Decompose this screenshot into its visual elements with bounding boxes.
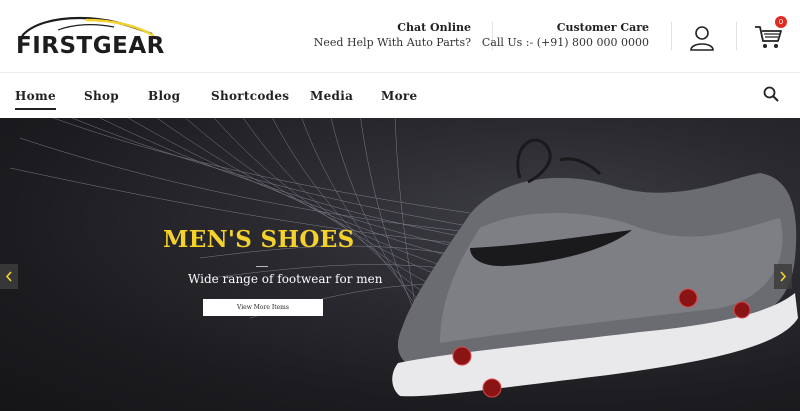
customer-care-phone[interactable]: Call Us :- (+91) 800 000 0000 — [482, 36, 649, 50]
hero-divider — [256, 266, 268, 267]
nav-item-home[interactable]: Home — [15, 89, 56, 110]
slider-prev-button[interactable] — [0, 264, 18, 289]
nav-item-media[interactable]: Media — [310, 89, 353, 103]
hero-title: MEN'S SHOES — [163, 226, 355, 253]
shoe-banner-image — [9, 118, 798, 398]
search-button[interactable] — [763, 86, 779, 102]
chat-online-subtitle: Need Help With Auto Parts? — [313, 36, 471, 49]
nav-item-shop[interactable]: Shop — [84, 89, 119, 103]
nav-item-more[interactable]: More — [381, 89, 417, 103]
chevron-right-icon — [780, 271, 787, 282]
view-more-items-button[interactable]: View More Items — [203, 299, 323, 316]
chevron-left-icon — [5, 271, 12, 282]
site-header: FIRSTGEAR Chat Online Need Help With Aut… — [0, 0, 800, 72]
cart-button[interactable]: 0 — [754, 16, 788, 52]
chat-online-block[interactable]: Chat Online Need Help With Auto Parts? — [314, 21, 471, 50]
customer-care-block: Customer Care Call Us :- (+91) 800 000 0… — [482, 21, 649, 50]
main-nav: Home Shop Blog Shortcodes Media More — [0, 72, 800, 118]
slider-next-button[interactable] — [774, 264, 792, 289]
hero-slider: MEN'S SHOES Wide range of footwear for m… — [0, 118, 800, 411]
header-divider — [671, 22, 672, 50]
account-button[interactable] — [688, 24, 716, 52]
user-icon — [690, 26, 714, 51]
brand-logo[interactable]: FIRSTGEAR — [14, 14, 164, 62]
brand-name: FIRSTGEAR — [16, 33, 165, 59]
cart-count-badge: 0 — [775, 16, 787, 28]
header-divider — [736, 22, 737, 50]
chat-online-title: Chat Online — [397, 21, 471, 34]
search-icon — [763, 86, 779, 102]
nav-item-blog[interactable]: Blog — [148, 89, 180, 103]
nav-item-shortcodes[interactable]: Shortcodes — [211, 89, 289, 103]
hero-subtitle: Wide range of footwear for men — [188, 272, 383, 286]
customer-care-title: Customer Care — [556, 21, 649, 34]
